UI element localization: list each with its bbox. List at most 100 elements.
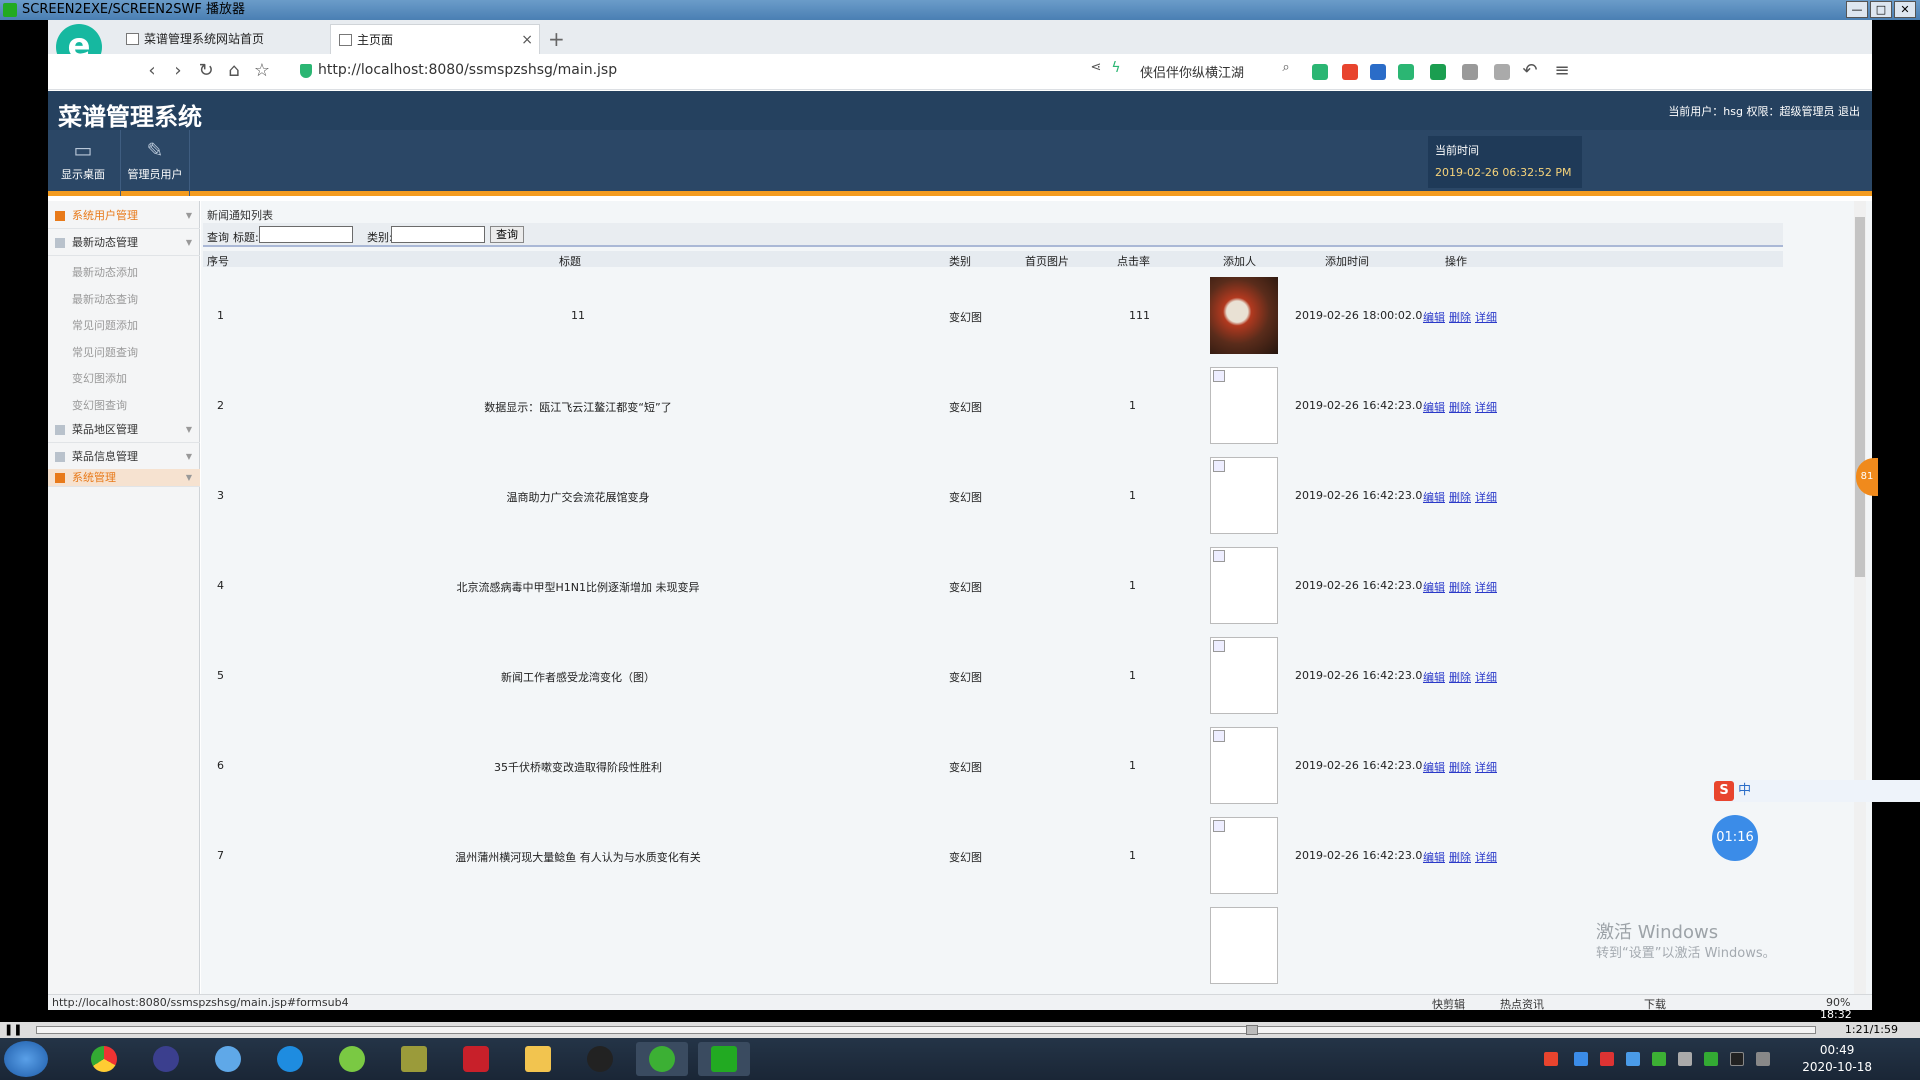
start-button[interactable] xyxy=(4,1041,48,1077)
detail-link[interactable]: 详细 xyxy=(1475,581,1497,594)
detail-link[interactable]: 详细 xyxy=(1475,761,1497,774)
folder-icon[interactable] xyxy=(512,1042,564,1076)
home-icon[interactable]: ⌂ xyxy=(222,60,246,81)
star-icon[interactable]: ☆ xyxy=(250,60,274,81)
undo-icon[interactable]: ↶ xyxy=(1518,60,1542,81)
recording-timer[interactable]: 01:16 xyxy=(1712,815,1758,861)
seek-handle[interactable] xyxy=(1246,1025,1259,1035)
sidebar-group-system-user[interactable]: 系统用户管理 ▼ xyxy=(48,203,200,229)
new-tab-button[interactable]: + xyxy=(548,24,565,54)
hot-news-button[interactable]: 热点资讯 xyxy=(1500,996,1544,1010)
edit-link[interactable]: 编辑 xyxy=(1423,581,1445,594)
translate-icon[interactable] xyxy=(1312,64,1328,80)
seek-bar[interactable] xyxy=(36,1026,1816,1034)
back-icon[interactable]: ‹ xyxy=(140,60,164,81)
category-input[interactable] xyxy=(391,226,485,243)
edit-link[interactable]: 编辑 xyxy=(1423,491,1445,504)
editor-icon[interactable] xyxy=(140,1042,192,1076)
wechat-tray-icon[interactable] xyxy=(1652,1052,1666,1066)
admin-user-button[interactable]: ✎ 管理员用户 xyxy=(120,130,190,196)
sidebar-item[interactable]: 最新动态查询 xyxy=(72,291,138,307)
sidebar-item[interactable]: 最新动态添加 xyxy=(72,264,138,280)
scissors-icon[interactable] xyxy=(1342,64,1358,80)
browser-icon[interactable] xyxy=(264,1042,316,1076)
query-button[interactable]: 查询 xyxy=(490,226,524,243)
pause-icon[interactable]: ❚❚ xyxy=(4,1023,22,1036)
tray-icon[interactable] xyxy=(1600,1052,1614,1066)
detail-link[interactable]: 详细 xyxy=(1475,671,1497,684)
flash-icon[interactable] xyxy=(450,1042,502,1076)
broken-image-icon xyxy=(1213,370,1225,382)
show-desktop-button[interactable]: ▭ 显示桌面 xyxy=(48,130,118,196)
sidebar-item[interactable]: 变幻图查询 xyxy=(72,397,127,413)
delete-link[interactable]: 删除 xyxy=(1449,581,1471,594)
delete-link[interactable]: 删除 xyxy=(1449,761,1471,774)
col-ops: 操作 xyxy=(1445,255,1467,268)
forward-icon[interactable]: › xyxy=(166,60,190,81)
menu-icon[interactable]: ≡ xyxy=(1550,60,1574,81)
chrome-icon[interactable] xyxy=(78,1042,130,1076)
wechat-icon[interactable] xyxy=(636,1042,688,1076)
player-taskbar-icon[interactable] xyxy=(698,1042,750,1076)
delete-link[interactable]: 删除 xyxy=(1449,311,1471,324)
tab-main[interactable]: 主页面 × xyxy=(330,24,540,54)
tool-icon[interactable] xyxy=(326,1042,378,1076)
sidebar-group-news[interactable]: 最新动态管理 ▼ xyxy=(48,230,200,256)
app-icon[interactable] xyxy=(202,1042,254,1076)
volume-icon[interactable] xyxy=(1678,1052,1692,1066)
apps-icon[interactable] xyxy=(1462,64,1478,80)
user-info[interactable]: 当前用户：hsg 权限：超级管理员 退出 xyxy=(1668,103,1860,119)
qq-icon[interactable] xyxy=(574,1042,626,1076)
security-icon[interactable] xyxy=(1430,64,1446,80)
scrollbar-thumb[interactable] xyxy=(1855,217,1865,577)
tab-home[interactable]: 菜谱管理系统网站首页 xyxy=(118,24,328,54)
app-toolbar: ▭ 显示桌面 ✎ 管理员用户 当前时间 2019-02-26 06:32:52 … xyxy=(48,130,1872,196)
image-icon[interactable] xyxy=(1398,64,1414,80)
detail-link[interactable]: 详细 xyxy=(1475,491,1497,504)
ime-toolbar[interactable]: S 中 xyxy=(1710,780,1920,802)
sidebar-group-dish[interactable]: 菜品信息管理 ▼ xyxy=(48,444,200,470)
row-time: 2019-02-26 16:42:23.0 xyxy=(1295,489,1423,502)
reload-icon[interactable]: ↻ xyxy=(194,60,218,81)
sidebar-item[interactable]: 常见问题添加 xyxy=(72,317,138,333)
battery-icon[interactable] xyxy=(1756,1052,1770,1066)
search-icon[interactable]: ⌕ xyxy=(1274,60,1298,75)
close-button[interactable]: ✕ xyxy=(1894,1,1916,18)
qq-tray-icon[interactable] xyxy=(1730,1052,1744,1066)
tab-close-icon[interactable]: × xyxy=(521,25,533,55)
chart-app-icon[interactable] xyxy=(388,1042,440,1076)
title-input[interactable] xyxy=(259,226,353,243)
bookmark-icon[interactable] xyxy=(1494,64,1510,80)
maximize-button[interactable]: □ xyxy=(1870,1,1892,18)
system-clock[interactable]: 00:49 2020-10-18 xyxy=(1802,1042,1872,1076)
download-button[interactable]: 下载 xyxy=(1644,996,1666,1010)
ime-language[interactable]: 中 xyxy=(1738,783,1751,798)
tray-icon[interactable] xyxy=(1574,1052,1588,1066)
network-icon[interactable] xyxy=(1704,1052,1718,1066)
delete-link[interactable]: 删除 xyxy=(1449,491,1471,504)
ime-tray-icon[interactable] xyxy=(1544,1052,1558,1066)
detail-link[interactable]: 详细 xyxy=(1475,401,1497,414)
url-input[interactable]: http://localhost:8080/ssmspzshsg/main.js… xyxy=(318,62,617,78)
edit-link[interactable]: 编辑 xyxy=(1423,761,1445,774)
delete-link[interactable]: 删除 xyxy=(1449,671,1471,684)
edit-link[interactable]: 编辑 xyxy=(1423,671,1445,684)
edit-link[interactable]: 编辑 xyxy=(1423,401,1445,414)
detail-link[interactable]: 详细 xyxy=(1475,851,1497,864)
detail-link[interactable]: 详细 xyxy=(1475,311,1497,324)
delete-link[interactable]: 删除 xyxy=(1449,401,1471,414)
clock-time: 00:49 xyxy=(1819,1043,1855,1057)
magnifier-icon[interactable] xyxy=(1370,64,1386,80)
sidebar-item[interactable]: 变幻图添加 xyxy=(72,370,127,386)
sidebar-group-region[interactable]: 菜品地区管理 ▼ xyxy=(48,417,200,443)
row-title: 35千伏桥嗽变改造取得阶段性胜利 xyxy=(494,761,662,774)
edit-link[interactable]: 编辑 xyxy=(1423,311,1445,324)
quick-clip-button[interactable]: 快剪辑 xyxy=(1432,996,1465,1010)
edit-link[interactable]: 编辑 xyxy=(1423,851,1445,864)
delete-link[interactable]: 删除 xyxy=(1449,851,1471,864)
lightning-icon[interactable]: ϟ xyxy=(1104,60,1128,76)
sidebar-item[interactable]: 常见问题查询 xyxy=(72,344,138,360)
minimize-button[interactable]: — xyxy=(1846,1,1868,18)
sidebar-group-system[interactable]: 系统管理 ▼ xyxy=(48,469,200,487)
shield-icon[interactable] xyxy=(1626,1052,1640,1066)
